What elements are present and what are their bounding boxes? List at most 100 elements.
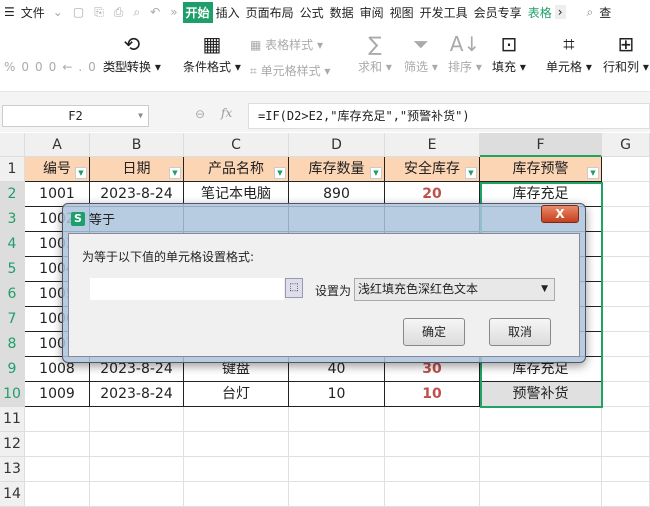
filter-dropdown-icon[interactable]: ▼ xyxy=(465,167,477,179)
tab-developer[interactable]: 开发工具 xyxy=(417,4,471,21)
tab-page-layout[interactable]: 页面布局 xyxy=(243,4,297,21)
table-cell[interactable] xyxy=(602,357,650,382)
fill-button[interactable]: ⊡ 填充 ▾ xyxy=(492,30,526,75)
column-header[interactable]: F xyxy=(480,133,602,157)
table-cell[interactable]: 台灯 xyxy=(184,382,289,407)
filter-dropdown-icon[interactable]: ▼ xyxy=(169,167,181,179)
table-cell[interactable]: 1009 xyxy=(25,382,90,407)
row-header[interactable]: 5 xyxy=(0,257,25,282)
table-cell[interactable]: 10 xyxy=(385,382,480,407)
cell-button[interactable]: ⌗ 单元格 ▾ xyxy=(546,30,592,75)
table-cell[interactable] xyxy=(602,457,650,482)
table-style-button[interactable]: ▦ 表格样式 ▾ xyxy=(250,36,323,53)
table-cell[interactable] xyxy=(602,207,650,232)
export-icon[interactable]: ⎘ xyxy=(94,5,104,20)
row-header[interactable]: 14 xyxy=(0,482,25,507)
print-icon[interactable]: ⎙ xyxy=(114,5,124,20)
filter-button[interactable]: ⏷ 筛选 ▾ xyxy=(404,30,438,75)
ok-button[interactable]: 确定 xyxy=(403,318,465,346)
undo-icon[interactable]: ↶ xyxy=(150,5,160,19)
cancel-button[interactable]: 取消 xyxy=(489,318,551,346)
table-cell[interactable] xyxy=(90,432,184,457)
file-menu[interactable]: 文件 xyxy=(18,4,48,21)
header-cell[interactable]: 库存数量 ▼ xyxy=(289,157,385,182)
sort-button[interactable]: A↓ 排序 ▾ xyxy=(448,30,482,75)
table-cell[interactable] xyxy=(25,457,90,482)
row-header[interactable]: 10 xyxy=(0,382,25,407)
more-icon[interactable]: » xyxy=(170,5,177,19)
table-cell[interactable] xyxy=(385,407,480,432)
chevron-right-icon[interactable]: › xyxy=(554,5,566,19)
cell-style-button[interactable]: ⌗ 单元格样式 ▾ xyxy=(250,62,330,79)
table-cell[interactable] xyxy=(184,482,289,507)
column-header[interactable]: A xyxy=(25,133,90,157)
row-header[interactable]: 4 xyxy=(0,232,25,257)
row-header[interactable]: 1 xyxy=(0,157,25,182)
table-cell[interactable] xyxy=(602,232,650,257)
type-convert-button[interactable]: ⟲ 类型转换 ▾ xyxy=(103,30,161,75)
tab-insert[interactable]: 插入 xyxy=(213,4,243,21)
column-header[interactable]: B xyxy=(90,133,184,157)
table-cell[interactable]: 2023-8-24 xyxy=(90,382,184,407)
table-cell[interactable]: 10 xyxy=(289,382,385,407)
range-select-icon[interactable]: ⬚ xyxy=(285,278,303,298)
column-header[interactable]: G xyxy=(602,133,650,157)
table-cell[interactable] xyxy=(289,432,385,457)
fx-icon[interactable]: fx xyxy=(221,106,232,120)
header-cell[interactable]: 编号 ▼ xyxy=(25,157,90,182)
table-cell[interactable] xyxy=(385,432,480,457)
table-cell[interactable] xyxy=(480,407,602,432)
format-select[interactable]: 浅红填充色深红色文本 ▼ xyxy=(354,278,555,301)
column-header[interactable]: E xyxy=(385,133,480,157)
row-header[interactable]: 8 xyxy=(0,332,25,357)
header-cell[interactable]: 产品名称 ▼ xyxy=(184,157,289,182)
save-icon[interactable]: ▢ xyxy=(73,5,84,19)
header-cell[interactable]: 日期 ▼ xyxy=(90,157,184,182)
row-header[interactable]: 6 xyxy=(0,282,25,307)
table-cell[interactable] xyxy=(602,282,650,307)
filter-dropdown-icon[interactable]: ▼ xyxy=(274,167,286,179)
formula-input[interactable]: =IF(D2>E2,"库存充足","预警补货") xyxy=(248,103,650,129)
column-header[interactable]: C xyxy=(184,133,289,157)
preview-icon[interactable]: ⌕ xyxy=(133,5,140,20)
menu-icon[interactable]: ☰ xyxy=(0,5,18,19)
row-header[interactable]: 12 xyxy=(0,432,25,457)
table-cell[interactable] xyxy=(289,482,385,507)
table-cell[interactable] xyxy=(184,432,289,457)
chevron-down-icon[interactable]: ⌄ xyxy=(53,5,63,19)
tab-member[interactable]: 会员专享 xyxy=(471,4,525,21)
tab-formula[interactable]: 公式 xyxy=(297,4,327,21)
table-cell[interactable] xyxy=(25,482,90,507)
table-cell[interactable] xyxy=(289,457,385,482)
row-header[interactable]: 3 xyxy=(0,207,25,232)
tab-view[interactable]: 视图 xyxy=(387,4,417,21)
table-cell[interactable] xyxy=(25,407,90,432)
tab-data[interactable]: 数据 xyxy=(327,4,357,21)
table-cell[interactable] xyxy=(602,257,650,282)
table-cell[interactable] xyxy=(90,407,184,432)
table-cell[interactable] xyxy=(602,332,650,357)
table-cell[interactable] xyxy=(480,457,602,482)
table-cell[interactable] xyxy=(184,407,289,432)
row-header[interactable]: 7 xyxy=(0,307,25,332)
table-cell[interactable] xyxy=(602,382,650,407)
table-cell[interactable] xyxy=(602,307,650,332)
value-input[interactable] xyxy=(90,278,284,300)
tab-review[interactable]: 审阅 xyxy=(357,4,387,21)
table-cell[interactable] xyxy=(385,482,480,507)
row-col-button[interactable]: ⊞ 行和列 ▾ xyxy=(603,30,649,75)
close-button[interactable]: X xyxy=(541,205,579,223)
search-label[interactable]: 查 xyxy=(596,4,614,21)
header-cell[interactable]: 安全库存 ▼ xyxy=(385,157,480,182)
row-header[interactable]: 9 xyxy=(0,357,25,382)
header-cell[interactable]: 库存预警 ▼ xyxy=(480,157,602,182)
tab-home[interactable]: 开始 xyxy=(182,1,213,23)
table-cell[interactable] xyxy=(602,432,650,457)
table-cell[interactable] xyxy=(602,482,650,507)
table-cell[interactable] xyxy=(90,482,184,507)
column-header[interactable]: D xyxy=(289,133,385,157)
table-cell[interactable] xyxy=(25,432,90,457)
row-header[interactable]: 2 xyxy=(0,182,25,207)
row-header[interactable]: 13 xyxy=(0,457,25,482)
table-cell[interactable] xyxy=(480,432,602,457)
